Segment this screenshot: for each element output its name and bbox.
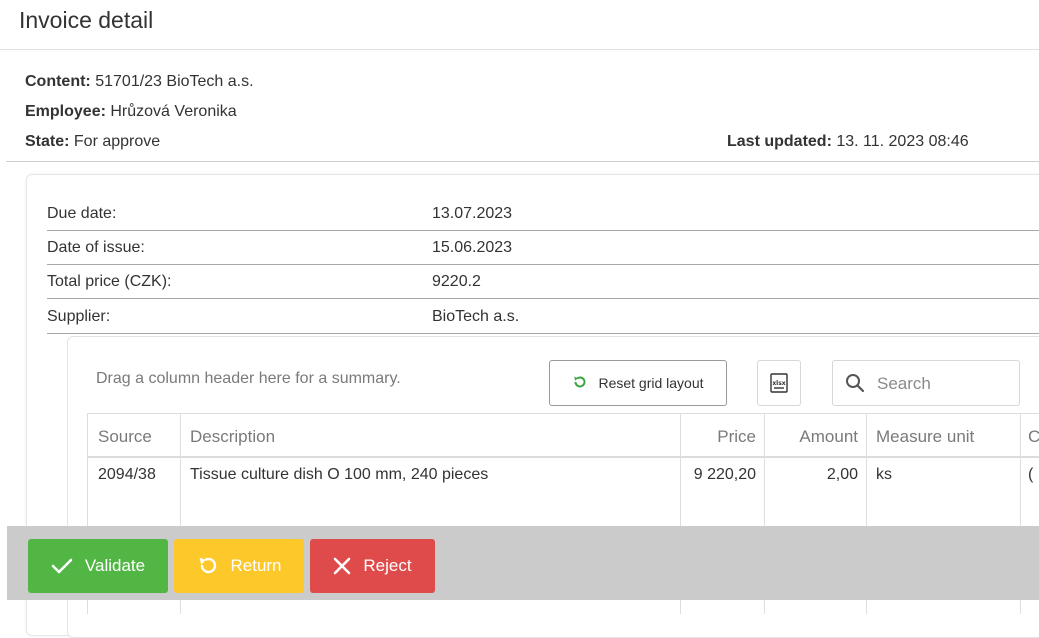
state-info: State: For approve [25,133,160,151]
employee-label: Employee: [25,103,106,120]
prop-value: 13.07.2023 [432,205,513,222]
reset-grid-layout-button[interactable]: Reset grid layout [549,360,727,406]
reject-label: Reject [363,556,412,575]
prop-label: Total price (CZK): [47,273,172,290]
column-header-amount[interactable]: Amount [764,427,858,469]
cell-price[interactable]: 9 220,20 [680,466,756,484]
validate-button[interactable]: Validate [28,539,168,593]
cell-amount[interactable]: 2,00 [764,466,858,484]
info-divider [6,161,1039,162]
search-input[interactable] [875,371,1019,397]
return-button[interactable]: Return [174,539,304,593]
last-updated-label: Last updated: [727,133,832,150]
prop-value: BioTech a.s. [432,308,520,325]
prop-row-date-of-issue: Date of issue: 15.06.2023 [47,230,1039,265]
reject-button[interactable]: Reject [310,539,435,593]
prop-value: 15.06.2023 [432,239,513,256]
undo-icon [199,557,217,574]
xlsx-export-icon: xlsx [770,373,788,393]
close-icon [334,557,351,575]
state-label: State: [25,133,70,150]
export-xlsx-button[interactable]: xlsx [757,360,801,406]
prop-row-total-price: Total price (CZK): 9220.2 [47,264,1039,299]
last-updated: Last updated: 13. 11. 2023 08:46 [727,133,969,151]
column-header-source[interactable]: Source [98,427,152,469]
prop-label: Date of issue: [47,239,145,256]
cell-truncated[interactable]: ( [1028,466,1039,484]
page-title: Invoice detail [19,7,154,33]
group-panel-hint[interactable]: Drag a column header here for a summary. [96,370,401,388]
svg-text:xlsx: xlsx [772,380,785,387]
prop-row-supplier: Supplier: BioTech a.s. [47,299,1039,334]
validate-label: Validate [84,556,146,575]
employee-info: Employee: Hrůzová Veronika [25,103,237,121]
title-divider [0,49,1039,50]
prop-label: Due date: [47,205,117,222]
cell-description[interactable]: Tissue culture dish O 100 mm, 240 pieces [190,466,488,484]
cell-source[interactable]: 2094/38 [98,466,156,484]
column-header-measure-unit[interactable]: Measure unit [876,427,974,469]
check-icon [51,558,73,574]
prop-row-due-date: Due date: 13.07.2023 [47,196,1039,231]
search-box[interactable] [832,360,1020,406]
content-info: Content: 51701/23 BioTech a.s. [25,73,254,91]
state-value: For approve [73,133,161,150]
return-label: Return [230,556,282,575]
cell-measure-unit[interactable]: ks [876,466,892,484]
column-header-price[interactable]: Price [680,427,756,469]
employee-value: Hrůzová Veronika [110,103,237,120]
column-header-truncated[interactable]: C [1028,427,1039,469]
search-icon [846,374,865,393]
column-header-description[interactable]: Description [190,427,275,469]
content-label: Content: [25,73,91,90]
prop-value: 9220.2 [432,273,481,290]
reset-icon [572,374,588,393]
content-value: 51701/23 BioTech a.s. [95,73,254,90]
prop-label: Supplier: [47,308,111,325]
last-updated-value: 13. 11. 2023 08:46 [836,133,969,150]
reset-grid-layout-label: Reset grid layout [598,375,704,391]
